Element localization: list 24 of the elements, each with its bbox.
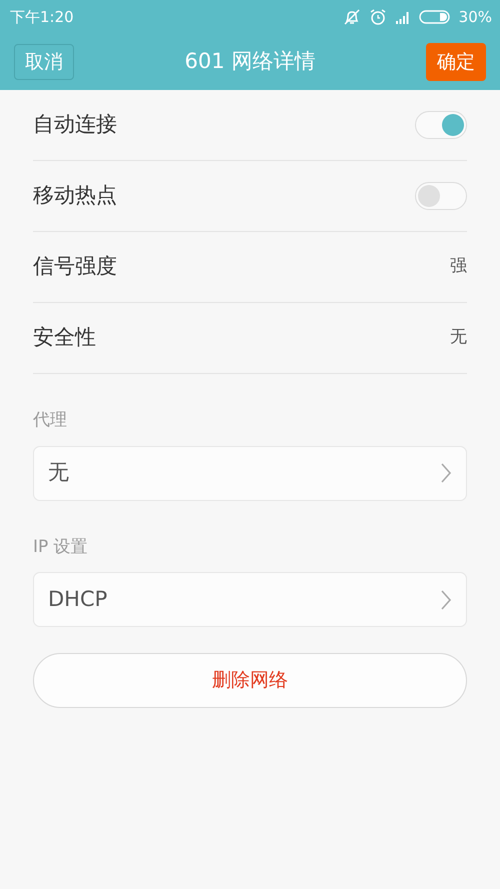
setting-label: 信号强度 [33, 253, 117, 280]
toggle-switch[interactable] [415, 182, 467, 210]
cancel-button[interactable]: 取消 [14, 44, 74, 80]
bell-muted-icon [342, 8, 361, 26]
alarm-icon [368, 8, 387, 26]
delete-button[interactable]: 删除网络 [33, 653, 467, 708]
confirm-button[interactable]: 确定 [426, 42, 486, 82]
setting-label: 安全性 [33, 324, 96, 352]
setting-label: 自动连接 [33, 111, 117, 138]
page-title: 601 网络详情 [184, 48, 316, 76]
section-label: 代理 [33, 409, 68, 432]
setting-label: 移动热点 [33, 182, 117, 210]
battery-icon [418, 9, 451, 25]
chevron-icon [440, 462, 452, 484]
status-time: 下午1:20 [10, 6, 74, 28]
battery-percent: 30% [458, 6, 492, 28]
toggle-switch[interactable] [415, 111, 467, 139]
option-selector[interactable]: 无 [33, 446, 467, 500]
chevron-icon [440, 588, 452, 610]
section-label: IP 设置 [33, 536, 89, 558]
setting-value: 无 [450, 326, 467, 350]
setting-value: 强 [450, 255, 467, 278]
option-selector[interactable]: DHCP [33, 572, 467, 627]
signal-icon [394, 10, 411, 24]
